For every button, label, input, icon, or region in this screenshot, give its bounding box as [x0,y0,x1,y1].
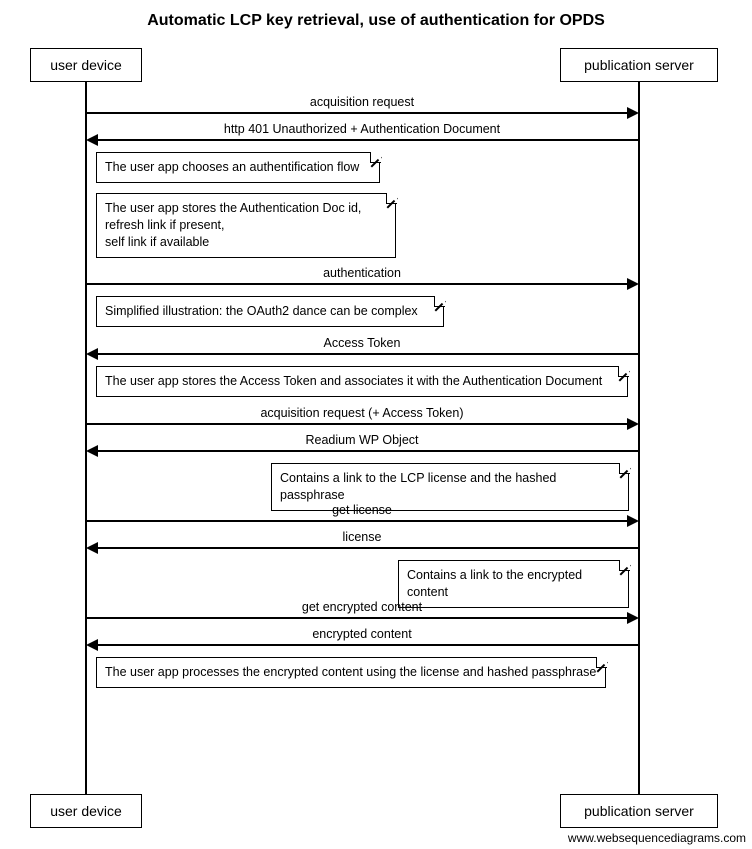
message-label: authentication [86,266,638,280]
note-text: Simplified illustration: the OAuth2 danc… [105,304,418,318]
message-label: Access Token [86,336,638,350]
note-text: self link if available [105,235,209,249]
note-text: The user app stores the Authentication D… [105,201,361,215]
actor-user-device-top: user device [30,48,142,82]
arrow [98,450,639,452]
arrow [86,520,627,522]
actor-label: user device [50,803,122,819]
arrow [86,617,627,619]
arrow [86,423,627,425]
diagram-title: Automatic LCP key retrieval, use of auth… [0,12,752,30]
arrowhead-right-icon [627,612,639,624]
sequence-diagram: Automatic LCP key retrieval, use of auth… [0,0,752,849]
note-text: The user app chooses an authentification… [105,160,359,174]
arrowhead-right-icon [627,107,639,119]
note-text: Contains a link to the encrypted content [407,568,582,599]
actor-label: publication server [584,803,694,819]
message-label: acquisition request [86,95,638,109]
message-label: Readium WP Object [86,433,638,447]
note: The user app chooses an authentification… [96,152,380,183]
note-text: Contains a link to the LCP license and t… [280,471,556,502]
arrow [98,547,639,549]
arrow [86,112,627,114]
note: The user app processes the encrypted con… [96,657,606,688]
note-text: The user app stores the Access Token and… [105,374,602,388]
note-text: The user app processes the encrypted con… [105,665,596,679]
arrowhead-left-icon [86,639,98,651]
message-label: http 401 Unauthorized + Authentication D… [86,122,638,136]
actor-user-device-bottom: user device [30,794,142,828]
arrowhead-left-icon [86,445,98,457]
actor-label: publication server [584,57,694,73]
arrowhead-left-icon [86,348,98,360]
note: The user app stores the Access Token and… [96,366,628,397]
lifeline-publication-server [638,82,640,794]
actor-publication-server-bottom: publication server [560,794,718,828]
message-label: encrypted content [86,627,638,641]
note: The user app stores the Authentication D… [96,193,396,258]
note: Simplified illustration: the OAuth2 danc… [96,296,444,327]
arrowhead-right-icon [627,278,639,290]
watermark: www.websequencediagrams.com [568,831,746,845]
note-text: refresh link if present, [105,218,225,232]
actor-publication-server-top: publication server [560,48,718,82]
message-label: license [86,530,638,544]
arrowhead-left-icon [86,134,98,146]
message-label: get encrypted content [86,600,638,614]
arrow [98,139,639,141]
message-label: get license [86,503,638,517]
arrowhead-right-icon [627,515,639,527]
arrow [86,283,627,285]
arrowhead-right-icon [627,418,639,430]
actor-label: user device [50,57,122,73]
message-label: acquisition request (+ Access Token) [86,406,638,420]
arrowhead-left-icon [86,542,98,554]
arrow [98,644,639,646]
arrow [98,353,639,355]
